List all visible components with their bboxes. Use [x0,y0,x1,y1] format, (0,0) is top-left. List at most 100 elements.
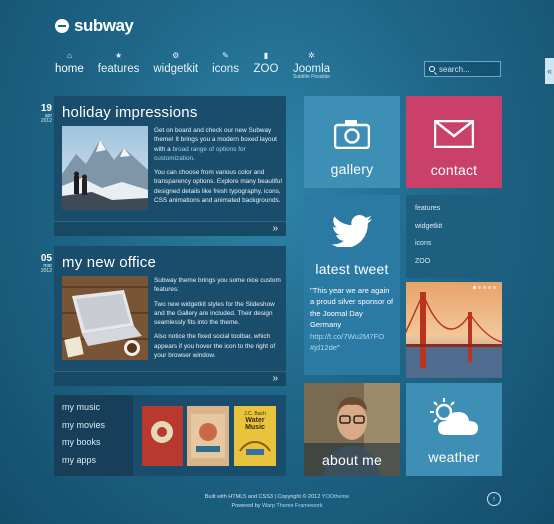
read-more-arrow-icon[interactable]: » [272,373,278,384]
document-icon: ▮ [263,51,269,60]
slideshow-dot[interactable] [493,286,496,289]
paragraph-text: . [193,154,195,162]
post-paragraph: Subway theme brings you some nice custom… [154,277,281,294]
media-panel: my music my movies my books my apps J.C.… [54,395,286,476]
tweet-hashtag[interactable]: #jd12de [310,343,337,352]
post-date: 19 apr 2012 [32,104,52,124]
search-icon [429,66,435,72]
footer-link-warp[interactable]: Warp Theme Framework [262,503,323,509]
tile-about-me[interactable]: about me [304,383,400,476]
golden-gate-photo [406,282,502,378]
book-cover[interactable] [142,406,183,466]
slideshow-dot[interactable] [473,286,476,289]
nav-item-widgetkit[interactable]: ⚙ widgetkit [153,50,198,80]
tile-gallery[interactable]: gallery [304,96,400,188]
book-cover-art [191,414,225,458]
nav-subtitle: Subtitle Possible [293,74,330,80]
tile-weather[interactable]: weather [406,383,502,476]
logo-text: subway [74,16,134,35]
footer-text: Powered by [231,503,263,509]
date-year: 2012 [40,118,52,124]
menu-link-features[interactable]: features [415,205,502,223]
slideshow-dots [473,286,496,289]
tile-label: latest tweet [315,261,389,277]
slideshow-dot[interactable] [478,286,481,289]
media-link-music[interactable]: my music [62,402,133,420]
camera-icon [334,120,370,149]
tile-latest-tweet[interactable]: latest tweet "This year we are again a p… [304,195,400,375]
menu-link-zoo[interactable]: ZOO [415,258,502,276]
book-cover[interactable] [187,406,229,466]
post-paragraph: Two new widgetkit styles for the Slidesh… [154,300,275,327]
post-footer: » [54,221,286,236]
tile-label: gallery [330,161,374,177]
nav-label: features [97,63,140,75]
post-paragraph: You can choose from various color and tr… [154,169,282,205]
tile-label: about me [322,451,382,468]
menu-link-icons[interactable]: icons [415,240,502,258]
post-title[interactable]: my new office [62,254,156,271]
cogs-icon: ⚙ [172,51,180,60]
home-icon: ⌂ [66,51,72,60]
post-my-new-office: my new office Subway theme brings you so… [54,246,286,386]
sun-cloud-icon [430,398,478,435]
date-year: 2012 [40,268,52,274]
star-icon: ★ [114,51,123,60]
post-body: Subway theme brings you some nice custom… [154,276,282,365]
read-more-arrow-icon[interactable]: » [272,223,278,234]
nav-label: widgetkit [153,63,199,75]
book-cover[interactable]: J.C. Bach Water Music [234,406,276,466]
footer-line-1: Built with HTML5 and CSS3 | Copyright © … [0,493,554,502]
joomla-icon: ✲ [308,51,315,60]
post-paragraph: Also notice the fixed social toolbar, wh… [154,333,276,360]
post-photo-laptop[interactable] [62,276,148,360]
post-footer: » [54,371,286,386]
twitter-bird-icon [331,215,372,247]
post-date: 05 mar 2012 [32,254,52,274]
post-photo-mountains[interactable] [62,126,148,210]
tweet-text: "This year we are again a proud silver s… [310,285,394,353]
tweet-quote-end: " [337,343,340,353]
nav-item-icons[interactable]: ✎ icons [212,50,239,80]
media-link-books[interactable]: my books [62,437,133,455]
nav-label: icons [212,63,239,75]
social-toolbar-toggle[interactable]: « [545,58,554,84]
cover-title: Music [245,424,265,431]
book-cover-art [151,421,173,443]
footer-text: Built with HTML5 and CSS3 | Copyright © … [204,494,322,500]
cover-title: Water [245,417,265,424]
search-input[interactable] [439,64,494,74]
media-link-apps[interactable]: my apps [62,455,133,473]
post-body: Get on board and check our new Subway th… [154,126,282,210]
nav-item-zoo[interactable]: ▮ ZOO [253,50,279,80]
logo[interactable]: subway [55,16,134,36]
tile-contact[interactable]: contact [406,96,502,188]
media-link-movies[interactable]: my movies [62,420,133,438]
post-title[interactable]: holiday impressions [62,104,198,121]
slideshow-dot[interactable] [488,286,491,289]
tile-label: contact [430,162,478,178]
book-cover-art [239,441,271,455]
tile-slideshow-golden-gate[interactable] [406,282,502,378]
about-overlay: about me [304,443,400,476]
footer-line-2: Powered by Warp Theme Framework [0,502,554,511]
tweet-link[interactable]: http://t.co/7Wu2M7FO [310,332,384,341]
post-holiday-impressions: holiday impressions Get on board and che… [54,96,286,236]
main-nav: ⌂ home ★ features ⚙ widgetkit ✎ icons ▮ … [55,50,344,80]
back-to-top-button[interactable]: ↑ [487,492,501,506]
nav-item-features[interactable]: ★ features [98,50,140,80]
nav-item-joomla[interactable]: ✲ Joomla Subtitle Possible [293,50,330,80]
nav-item-home[interactable]: ⌂ home [55,50,84,80]
menu-link-widgetkit[interactable]: widgetkit [415,223,502,241]
mountain-photo [62,126,148,210]
tile-label: weather [428,449,480,465]
mail-icon [434,120,474,148]
footer-link-yootheme[interactable]: YOOtheme [322,494,350,500]
search-box[interactable] [424,61,501,77]
wrench-icon: ✎ [222,51,229,60]
slideshow-dot[interactable] [483,286,486,289]
nav-label: home [55,63,84,75]
logo-mark-icon [55,19,69,33]
post-paragraph: Get on board and check our new Subway th… [154,126,282,163]
tile-menu: features widgetkit icons ZOO [406,195,502,278]
